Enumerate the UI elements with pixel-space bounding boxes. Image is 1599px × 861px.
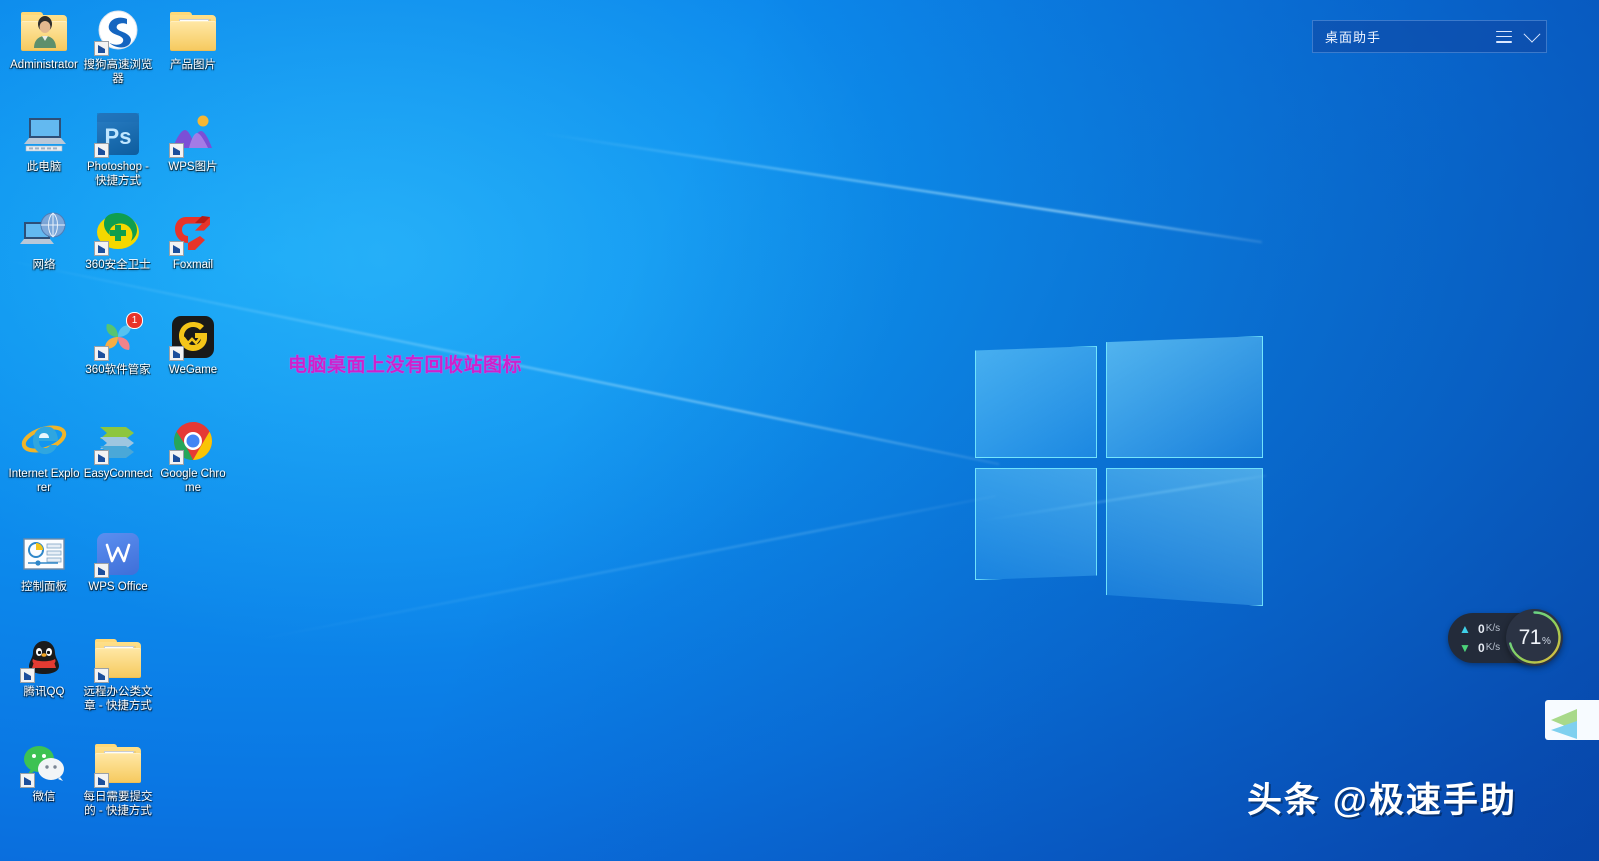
hamburger-menu-icon[interactable]: [1496, 30, 1512, 43]
desktop-icon-folder-shortcut[interactable]: 每日需要提交的 - 快捷方式: [80, 740, 156, 818]
desktop-icon-this-pc[interactable]: 此电脑: [6, 110, 82, 175]
desktop-icon-easyconnect[interactable]: EasyConnect: [80, 417, 156, 482]
control-panel-icon[interactable]: [20, 530, 68, 578]
desktop-icon-label: 微信: [32, 791, 56, 803]
desktop-icon-wps-photos[interactable]: WPS图片: [155, 110, 231, 175]
desktop-icon-label: 360软件管家: [85, 364, 151, 376]
desktop-icon-label: 控制面板: [21, 581, 67, 593]
desktop-icon-label: 每日需要提交的 - 快捷方式: [83, 791, 153, 817]
desktop-icon-label: 腾讯QQ: [23, 686, 65, 698]
desktop-icon-wps-office[interactable]: WPS Office: [80, 530, 156, 595]
desktop-icon-photoshop[interactable]: Ps Photoshop - 快捷方式: [80, 110, 156, 188]
desktop-icon-folder-shortcut[interactable]: 远程办公类文章 - 快捷方式: [80, 635, 156, 713]
desktop-icon-label: 网络: [32, 259, 56, 271]
desktop-icon-360-safe[interactable]: 360安全卫士: [80, 208, 156, 273]
arrow-up-icon: ▲: [1459, 621, 1471, 636]
wallpaper-vignette: [0, 0, 1599, 861]
desktop-icon-label: 远程办公类文章 - 快捷方式: [83, 686, 153, 712]
desktop-assistant-title: 桌面助手: [1325, 30, 1382, 45]
download-speed-value: 0: [1478, 640, 1485, 655]
wps-office-icon[interactable]: [94, 530, 142, 578]
desktop-icon-control-panel[interactable]: 控制面板: [6, 530, 82, 595]
cpu-usage-percent-sign: %: [1541, 636, 1551, 647]
google-chrome-icon[interactable]: [169, 417, 217, 465]
desktop-icon-wechat[interactable]: 微信: [6, 740, 82, 805]
shortcut-arrow-icon: [20, 668, 35, 683]
shortcut-arrow-icon: [169, 450, 184, 465]
notification-badge: 1: [126, 312, 143, 329]
desktop-icon-folder[interactable]: 产品图片: [155, 8, 231, 73]
watermark: 头条 @极速手助: [1247, 781, 1517, 820]
network-icon[interactable]: [20, 208, 68, 256]
desktop-icon-label: Internet Explorer: [8, 468, 80, 494]
download-speed-unit: K/s: [1485, 642, 1501, 653]
shortcut-arrow-icon: [169, 346, 184, 361]
desktop-icon-label: Administrator: [10, 59, 78, 71]
this-pc-icon[interactable]: [20, 110, 68, 158]
shortcut-arrow-icon: [94, 563, 109, 578]
desktop-icon-label: EasyConnect: [83, 468, 153, 480]
desktop-icon-label: 产品图片: [170, 59, 216, 71]
desktop-icon-label: Google Chrome: [160, 468, 226, 494]
360-software-manager-icon[interactable]: 1: [94, 312, 143, 361]
arrow-down-icon: ▼: [1459, 640, 1471, 655]
upload-speed-value: 0: [1478, 621, 1485, 636]
shortcut-arrow-icon: [94, 41, 109, 56]
tencent-qq-icon[interactable]: [20, 635, 68, 683]
360-safe-icon[interactable]: [94, 208, 142, 256]
desktop-icon-network[interactable]: 网络: [6, 208, 82, 273]
desktop-assistant-widget[interactable]: 桌面助手: [1312, 20, 1547, 53]
folder-icon[interactable]: [169, 8, 217, 56]
chevron-down-icon[interactable]: [1523, 25, 1541, 43]
shortcut-arrow-icon: [94, 668, 109, 683]
internet-explorer-icon[interactable]: [20, 417, 68, 465]
desktop-icon-label: Photoshop - 快捷方式: [86, 161, 149, 187]
desktop-icon-label: WPS图片: [168, 161, 218, 173]
shortcut-arrow-icon: [94, 346, 109, 361]
cpu-usage-label: 71 %: [1519, 627, 1551, 648]
shortcut-arrow-icon: [94, 143, 109, 158]
wegame-icon[interactable]: [169, 313, 217, 361]
wps-photos-icon[interactable]: [169, 110, 217, 158]
desktop-icon-sogou-browser[interactable]: 搜狗高速浏览器: [80, 8, 156, 86]
desktop-icon-google-chrome[interactable]: Google Chrome: [155, 417, 231, 495]
cpu-usage-value: 71: [1518, 626, 1542, 649]
folder-shortcut-icon[interactable]: [94, 635, 142, 683]
desktop-icon-label: WPS Office: [88, 581, 148, 593]
photoshop-icon[interactable]: Ps: [94, 110, 142, 158]
upload-speed-unit: K/s: [1485, 623, 1501, 634]
desktop-icon-foxmail[interactable]: Foxmail: [155, 208, 231, 273]
sogou-browser-icon[interactable]: [94, 8, 142, 56]
easyconnect-icon[interactable]: [94, 417, 142, 465]
tray-app-icon-shape-bottom: [1551, 721, 1577, 739]
desktop-icon-tencent-qq[interactable]: 腾讯QQ: [6, 635, 82, 700]
desktop-icon-360-software-manager[interactable]: 1 360软件管家: [80, 312, 156, 378]
shortcut-arrow-icon: [20, 773, 35, 788]
desktop-icon-grid[interactable]: Administrator 搜狗高速浏览器 产品图片此电脑 Ps Photoshop -…: [0, 0, 230, 861]
shortcut-arrow-icon: [169, 241, 184, 256]
desktop-icon-label: Foxmail: [172, 259, 214, 271]
tray-app-icon[interactable]: [1545, 700, 1599, 740]
desktop-icon-label: 此电脑: [26, 161, 62, 173]
desktop-icon-internet-explorer[interactable]: Internet Explorer: [6, 417, 82, 495]
desktop-icon-label: 搜狗高速浏览器: [83, 59, 153, 85]
desktop-icon-label: 360安全卫士: [85, 259, 151, 271]
folder-user-icon[interactable]: [20, 8, 68, 56]
shortcut-arrow-icon: [94, 241, 109, 256]
desktop-icon-wegame[interactable]: WeGame: [155, 313, 231, 378]
foxmail-icon[interactable]: [169, 208, 217, 256]
wechat-icon[interactable]: [20, 740, 68, 788]
desktop-icon-folder-user[interactable]: Administrator: [6, 8, 82, 73]
shortcut-arrow-icon: [169, 143, 184, 158]
desktop[interactable]: Administrator 搜狗高速浏览器 产品图片此电脑 Ps Photoshop -…: [0, 0, 1599, 861]
folder-shortcut-icon[interactable]: [94, 740, 142, 788]
shortcut-arrow-icon: [94, 450, 109, 465]
shortcut-arrow-icon: [94, 773, 109, 788]
desktop-icon-label: WeGame: [168, 364, 218, 376]
annotation-text: 电脑桌面上没有回收站图标: [288, 355, 523, 376]
cpu-usage-gauge[interactable]: 71 %: [1506, 609, 1563, 666]
